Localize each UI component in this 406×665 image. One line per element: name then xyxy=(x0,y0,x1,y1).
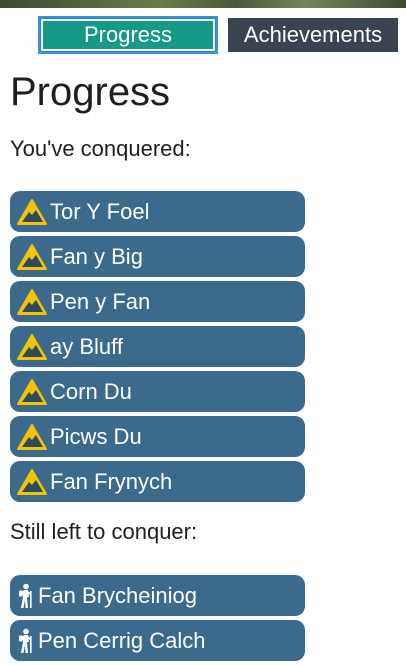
peak-item[interactable]: Tor Y Foel xyxy=(10,191,305,232)
peak-name: Tor Y Foel xyxy=(50,198,150,224)
peak-name: Picws Du xyxy=(50,423,142,449)
peak-item[interactable]: Corn Du xyxy=(10,371,305,412)
tab-bar: Progress Achievements xyxy=(38,16,398,54)
tab-progress[interactable]: Progress xyxy=(38,16,218,54)
remaining-label: Still left to conquer: xyxy=(10,519,198,544)
header-image-strip xyxy=(0,0,406,8)
mountain-warning-icon xyxy=(16,288,48,316)
hiker-icon xyxy=(16,627,36,655)
peak-name: Fan y Big xyxy=(50,243,143,269)
peak-item[interactable]: Fan y Big xyxy=(10,236,305,277)
hiker-icon xyxy=(16,582,36,610)
peak-item[interactable]: ay Bluff xyxy=(10,326,305,367)
mountain-warning-icon xyxy=(16,198,48,226)
tab-achievements[interactable]: Achievements xyxy=(228,18,398,52)
mountain-warning-icon xyxy=(16,468,48,496)
mountain-warning-icon xyxy=(16,243,48,271)
conquered-list: Tor Y Foel Fan y Big Pen y Fan ay Bluff … xyxy=(10,191,305,506)
peak-item[interactable]: Fan Brycheiniog xyxy=(10,575,305,616)
remaining-list: Fan Brycheiniog Pen Cerrig Calch xyxy=(10,575,305,665)
peak-item[interactable]: Pen Cerrig Calch xyxy=(10,620,305,661)
peak-name: Fan Frynych xyxy=(50,468,173,494)
mountain-warning-icon xyxy=(16,378,48,406)
page-title: Progress xyxy=(10,70,171,114)
mountain-warning-icon xyxy=(16,333,48,361)
peak-name: Pen y Fan xyxy=(50,288,151,314)
peak-name: Fan Brycheiniog xyxy=(38,582,197,608)
peak-item[interactable]: Pen y Fan xyxy=(10,281,305,322)
peak-item[interactable]: Picws Du xyxy=(10,416,305,457)
peak-name: Corn Du xyxy=(50,378,132,404)
peak-item[interactable]: Fan Frynych xyxy=(10,461,305,502)
conquered-label: You've conquered: xyxy=(10,136,191,161)
peak-name: ay Bluff xyxy=(50,333,123,359)
mountain-warning-icon xyxy=(16,423,48,451)
peak-name: Pen Cerrig Calch xyxy=(38,627,206,653)
